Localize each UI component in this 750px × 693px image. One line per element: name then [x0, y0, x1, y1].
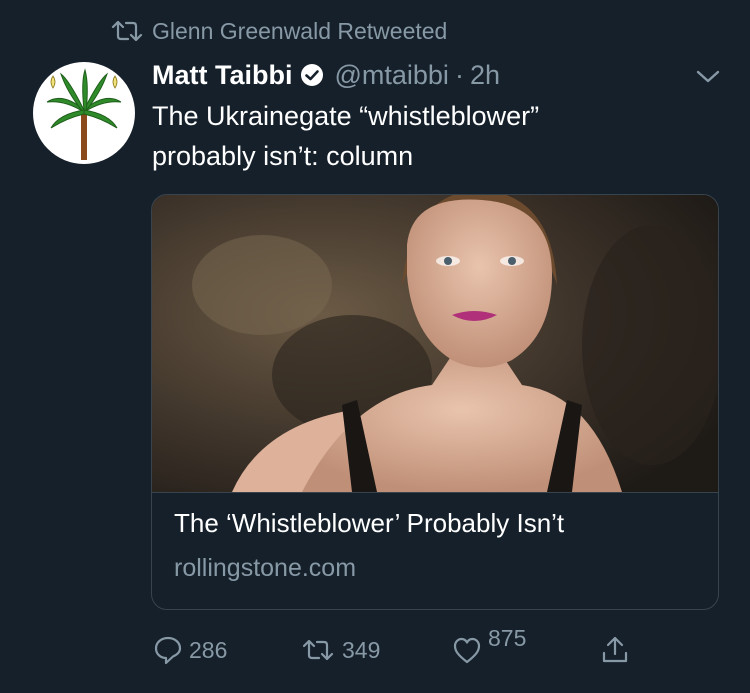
like-count: 875 — [488, 629, 527, 651]
tweet-text-line: probably isn’t: column — [152, 141, 414, 171]
avatar[interactable] — [33, 62, 135, 164]
card-title: The ‘Whistleblower’ Probably Isn’t — [174, 508, 565, 538]
retweet-context[interactable]: Glenn Greenwald Retweeted — [110, 16, 447, 46]
author-name[interactable]: Matt Taibbi — [152, 60, 292, 91]
retweet-icon — [302, 639, 334, 661]
card-image — [152, 195, 718, 492]
reply-count: 286 — [189, 636, 228, 663]
heart-icon — [453, 637, 481, 664]
tweet-time[interactable]: 2h — [470, 60, 500, 91]
like-button[interactable]: 875 — [452, 629, 527, 670]
card-domain: rollingstone.com — [174, 554, 357, 582]
retweet-label: Glenn Greenwald Retweeted — [152, 17, 448, 44]
link-card[interactable]: The ‘Whistleblower’ Probably Isn’t rolli… — [151, 194, 719, 610]
retweet-count: 349 — [342, 636, 381, 663]
retweet-icon — [111, 20, 143, 42]
share-button[interactable] — [600, 630, 636, 670]
share-icon — [602, 636, 628, 663]
tweet-text-line: The Ukrainegate “whistleblower” — [152, 101, 540, 131]
tweet-header: Matt Taibbi @mtaibbi · 2h — [152, 58, 500, 92]
verified-badge-icon — [301, 64, 324, 86]
palm-tree-logo — [46, 68, 122, 160]
chevron-down-icon[interactable] — [694, 62, 722, 90]
retweet-button[interactable]: 349 — [300, 630, 380, 670]
tweet-actions: 286 349 875 — [0, 629, 750, 674]
author-handle[interactable]: @mtaibbi — [334, 60, 448, 91]
reply-button[interactable]: 286 — [153, 630, 227, 670]
reply-icon — [154, 636, 182, 665]
tweet-text: The Ukrainegate “whistleblower” probably… — [152, 96, 672, 176]
separator-dot: · — [454, 59, 464, 90]
card-divider — [152, 492, 718, 493]
